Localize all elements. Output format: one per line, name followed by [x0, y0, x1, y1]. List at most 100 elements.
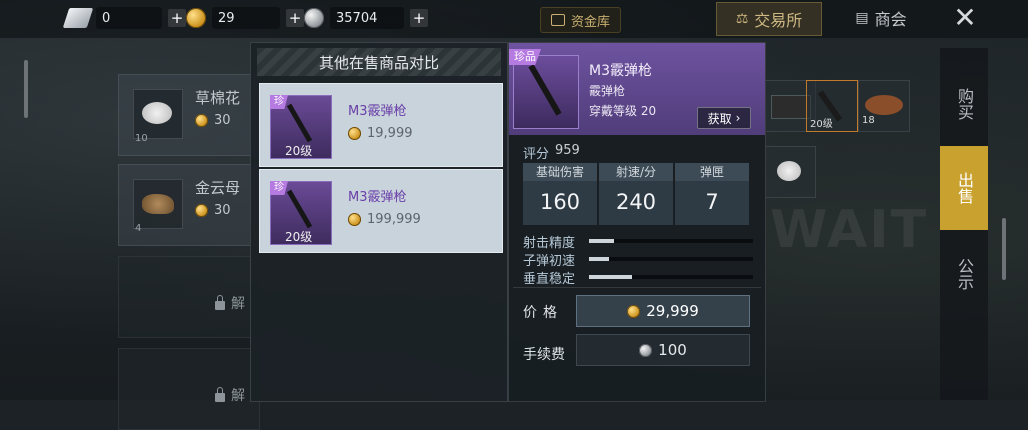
offer-level: 20级 — [285, 144, 313, 158]
rarity-tag: 珍 — [270, 181, 288, 195]
score: 评分 959 — [523, 143, 580, 162]
bar-track — [589, 257, 753, 261]
tab-shop[interactable]: ▤ 商会 — [838, 2, 924, 34]
item-qty: 4 — [135, 223, 142, 234]
currency-diamond: 0 + — [62, 5, 186, 31]
grid-cell[interactable]: 20级 — [806, 80, 858, 132]
close-icon: ✕ — [953, 1, 977, 34]
tab-exchange[interactable]: ⚖ 交易所 — [716, 2, 822, 36]
tab-buy[interactable]: 购买 — [940, 62, 988, 146]
gold-coin-icon — [186, 8, 206, 28]
tab-shop-label: 商会 — [874, 10, 907, 29]
item-qty: 10 — [135, 133, 148, 144]
offer-level: 20级 — [285, 230, 313, 244]
grid-qty: 18 — [862, 115, 875, 126]
tab-notice[interactable]: 公示 — [940, 232, 988, 316]
exchange-icon: ⚖ — [735, 11, 749, 27]
tab-exchange-label: 交易所 — [754, 11, 803, 30]
offer-price: 19,999 — [348, 126, 413, 141]
item-name: 草棉花 — [195, 89, 241, 107]
price-label: 价格 — [523, 305, 563, 321]
vault-icon — [551, 14, 565, 26]
stat-bar-accuracy: 射击精度 — [523, 235, 753, 251]
crate-icon — [771, 95, 811, 119]
vault-button[interactable]: 资金库 — [540, 7, 622, 33]
mica-icon — [133, 179, 183, 229]
stat-label: 弹匣 — [675, 163, 749, 181]
add-diamond-button[interactable]: + — [168, 9, 186, 27]
compare-title: 其他在售商品对比 — [257, 48, 501, 76]
side-tab-bar: 购买 出售 公示 — [940, 48, 988, 400]
bar-track — [589, 239, 753, 243]
silver-amount: 35704 — [336, 10, 378, 26]
item-price-value: 30 — [214, 113, 231, 128]
shotgun-icon — [528, 64, 562, 116]
stat-bar-velocity: 子弹初速 — [523, 253, 753, 269]
left-scrollbar[interactable] — [24, 60, 28, 118]
bar-fill — [589, 257, 609, 261]
compare-offer[interactable]: 珍 20级 M3霰弹枪 199,999 — [259, 169, 503, 253]
cotton-icon — [777, 161, 801, 181]
stat-damage: 基础伤害 160 — [523, 163, 597, 225]
fee-display: 100 — [576, 334, 750, 366]
shotgun-icon — [286, 103, 313, 143]
currency-gold: 29 + — [186, 5, 304, 31]
right-scrollbar[interactable] — [1002, 218, 1006, 280]
grid-cell[interactable]: 18 — [858, 80, 910, 132]
inventory-item[interactable]: 10 草棉花 30 — [118, 74, 260, 156]
inventory-item[interactable]: 4 金云母 30 — [118, 164, 260, 246]
add-gold-button[interactable]: + — [286, 9, 304, 27]
close-button[interactable]: ✕ — [948, 2, 982, 34]
bar-label: 子弹初速 — [523, 253, 576, 269]
score-label: 评分 — [523, 147, 550, 162]
lock-icon — [215, 386, 225, 402]
price-input[interactable]: 29,999 — [576, 295, 750, 327]
item-price: 30 — [195, 203, 231, 218]
gold-amount: 29 — [218, 10, 235, 26]
score-value: 959 — [555, 143, 580, 158]
item-detail-panel: 珍品 M3霰弹枪 霰弹枪 穿戴等级 20 获取 › 评分 959 基础伤害 16… — [508, 42, 766, 402]
compare-offer[interactable]: 珍 20级 M3霰弹枪 19,999 — [259, 83, 503, 167]
leather-icon — [865, 95, 903, 115]
gold-coin-icon — [348, 127, 361, 140]
offer-name: M3霰弹枪 — [348, 190, 407, 205]
grid-qty: 20级 — [810, 119, 833, 130]
diamond-icon — [62, 8, 94, 28]
silver-coin-icon — [639, 343, 653, 357]
locked-slot[interactable]: 解 — [118, 256, 260, 338]
wear-level: 穿戴等级 20 — [589, 104, 657, 118]
bar-fill — [589, 239, 614, 243]
currency-silver: 35704 + — [304, 5, 428, 31]
stat-magazine: 弹匣 7 — [675, 163, 749, 225]
item-type: 霰弹枪 — [589, 84, 626, 98]
offer-price-value: 199,999 — [367, 212, 421, 227]
divider — [513, 287, 761, 288]
fee-label: 手续费 — [523, 347, 565, 363]
gold-coin-icon — [195, 114, 208, 127]
stat-label: 射速/分 — [599, 163, 673, 181]
offer-thumbnail: 珍 20级 — [270, 181, 332, 245]
item-name: 金云母 — [195, 179, 241, 197]
rarity-tag: 珍 — [270, 95, 288, 109]
add-silver-button[interactable]: + — [410, 9, 428, 27]
chevron-right-icon: › — [735, 111, 741, 125]
fee-value: 100 — [658, 341, 687, 359]
get-button[interactable]: 获取 › — [697, 107, 751, 129]
item-price: 30 — [195, 113, 231, 128]
grid-cell[interactable] — [764, 146, 816, 198]
cotton-icon — [133, 89, 183, 139]
bar-track — [589, 275, 753, 279]
offer-price-value: 19,999 — [367, 126, 413, 141]
stat-bar-stability: 垂直稳定 — [523, 271, 753, 287]
tab-sell[interactable]: 出售 — [940, 146, 988, 230]
item-title: M3霰弹枪 — [589, 63, 652, 79]
stat-value: 160 — [539, 190, 581, 214]
gold-coin-icon — [627, 304, 641, 318]
shotgun-icon — [286, 189, 313, 229]
gold-coin-icon — [195, 204, 208, 217]
vault-label: 资金库 — [571, 14, 611, 30]
unlock-label: 解 — [231, 296, 245, 312]
offer-name: M3霰弹枪 — [348, 104, 407, 119]
locked-slot[interactable]: 解 — [118, 348, 260, 430]
lock-icon — [215, 294, 225, 310]
